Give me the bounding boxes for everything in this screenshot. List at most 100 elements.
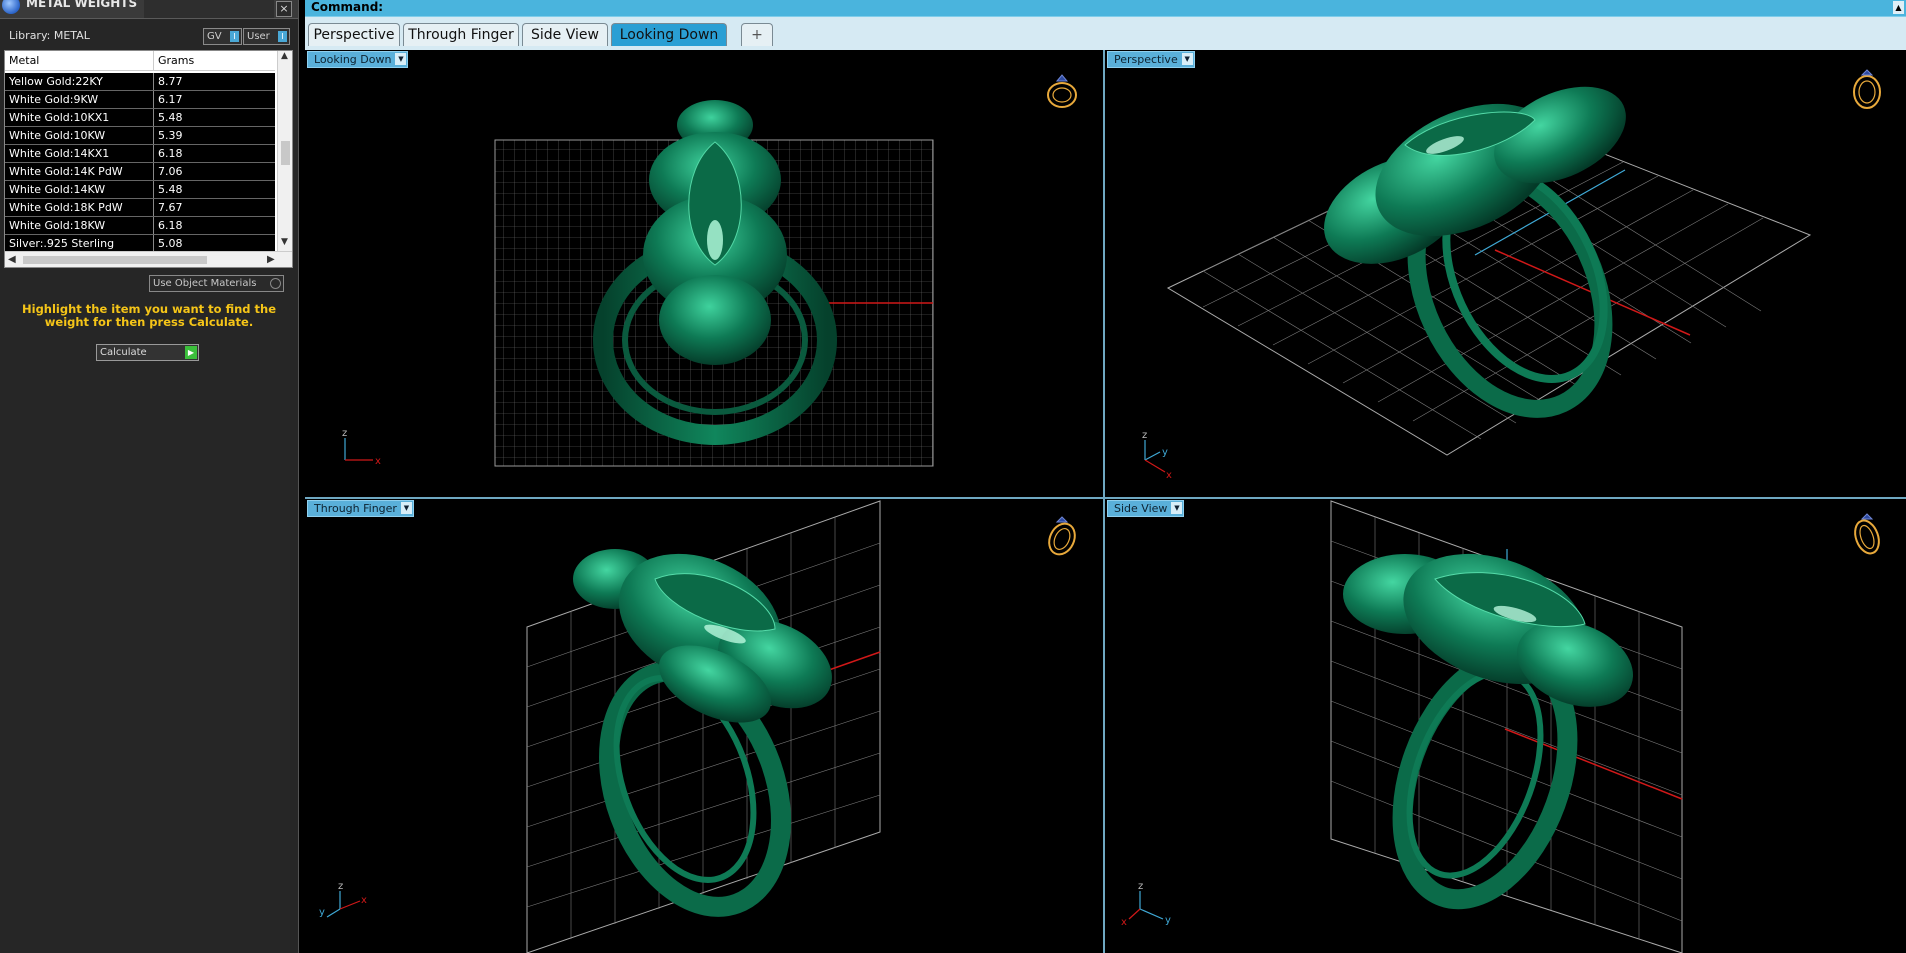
axis-label-z: z	[1142, 430, 1147, 441]
chevron-down-icon[interactable]: ▼	[400, 502, 412, 514]
chevron-down-icon[interactable]: ▼	[1181, 53, 1193, 65]
metal-cell: White Gold:14KW	[9, 183, 106, 196]
table-row[interactable]: White Gold:14KX1 6.18	[5, 145, 275, 163]
cell-divider	[153, 109, 154, 126]
view-orientation-ring-icon[interactable]	[1851, 513, 1883, 557]
gv-toggle[interactable]: GV I	[203, 28, 242, 45]
user-label: User	[247, 31, 270, 42]
viewport-through-finger[interactable]: z y x Through Finger ▼	[305, 499, 1105, 953]
viewport-looking-down[interactable]: z x Looking Down ▼	[305, 50, 1105, 499]
viewport-canvas[interactable]: z y x	[305, 499, 1103, 953]
chevron-down-icon[interactable]: ▼	[1171, 502, 1183, 514]
column-divider[interactable]	[153, 51, 154, 70]
axis-label-x: x	[1166, 470, 1172, 481]
viewport-title: Through Finger	[314, 502, 397, 515]
viewport-label-side-view[interactable]: Side View ▼	[1107, 500, 1185, 517]
table-row[interactable]: White Gold:10KX1 5.48	[5, 109, 275, 127]
add-tab-button[interactable]: +	[741, 23, 773, 46]
viewport-title: Looking Down	[314, 53, 392, 66]
play-icon: ▶	[185, 346, 197, 359]
grams-cell: 5.39	[158, 129, 183, 142]
column-header-grams[interactable]: Grams	[158, 54, 194, 67]
metal-cell: White Gold:10KW	[9, 129, 106, 142]
metal-cell: Silver:.925 Sterling	[9, 237, 115, 250]
viewport-canvas[interactable]: z x	[305, 50, 1103, 497]
viewport-canvas[interactable]: z y x	[1105, 499, 1906, 953]
axis-label-z: z	[1138, 881, 1143, 892]
table-row[interactable]: White Gold:14K PdW 7.06	[5, 163, 275, 181]
user-toggle[interactable]: User I	[243, 28, 290, 45]
ring-model	[1343, 553, 1634, 910]
table-row[interactable]: White Gold:10KW 5.39	[5, 127, 275, 145]
cell-divider	[153, 73, 154, 90]
command-scroll-icon[interactable]: ▲	[1893, 1, 1904, 14]
viewport-label-perspective[interactable]: Perspective ▼	[1107, 51, 1195, 68]
tab-perspective[interactable]: Perspective	[308, 23, 400, 46]
axis-triad: z y x	[319, 881, 367, 918]
metal-cell: White Gold:18K PdW	[9, 201, 123, 214]
chevron-down-icon[interactable]: ▼	[395, 53, 407, 65]
command-label: Command:	[311, 0, 384, 14]
app-logo-icon	[2, 0, 20, 14]
metal-cell: White Gold:14K PdW	[9, 165, 123, 178]
viewport-label-looking-down[interactable]: Looking Down ▼	[307, 51, 409, 68]
scroll-left-icon[interactable]: ◀	[8, 254, 16, 265]
tab-side-view[interactable]: Side View	[522, 23, 608, 46]
table-row[interactable]: White Gold:18KW 6.18	[5, 217, 275, 235]
close-icon[interactable]: ×	[276, 1, 292, 17]
axis-triad: z y x	[1121, 881, 1171, 928]
view-orientation-ring-icon[interactable]	[1047, 74, 1077, 108]
metal-cell: White Gold:14KX1	[9, 147, 110, 160]
axis-label-z: z	[342, 428, 347, 439]
toggle-indicator-icon: I	[278, 31, 287, 42]
view-orientation-ring-icon[interactable]	[1853, 69, 1881, 109]
tab-looking-down[interactable]: Looking Down	[611, 23, 727, 46]
scroll-thumb[interactable]	[23, 256, 207, 264]
viewport-side-view[interactable]: z y x Side View ▼	[1105, 499, 1906, 953]
command-bar[interactable]: Command: ▲	[305, 0, 1906, 17]
ring-model	[1324, 86, 1626, 418]
titlebar-spacer	[144, 0, 274, 18]
viewport-perspective[interactable]: z y x Perspective ▼	[1105, 50, 1906, 499]
metal-weights-panel: METAL WEIGHTS × Library: METAL GV I User…	[0, 0, 299, 953]
scroll-up-icon[interactable]: ▲	[281, 51, 288, 61]
view-orientation-ring-icon[interactable]	[1044, 516, 1079, 559]
scroll-thumb[interactable]	[281, 141, 290, 165]
table-row[interactable]: White Gold:9KW 6.17	[5, 91, 275, 109]
toggle-indicator-icon: I	[230, 31, 239, 42]
table-row[interactable]: White Gold:18K PdW 7.67	[5, 199, 275, 217]
cell-divider	[153, 127, 154, 144]
viewport-canvas[interactable]: z y x	[1105, 50, 1906, 497]
axis-label-y: y	[319, 907, 325, 918]
metal-cell: White Gold:10KX1	[9, 111, 110, 124]
viewport-title: Side View	[1114, 502, 1168, 515]
gv-label: GV	[207, 31, 222, 42]
panel-titlebar: METAL WEIGHTS ×	[0, 0, 298, 19]
column-header-metal[interactable]: Metal	[9, 54, 39, 67]
use-object-materials-checkbox[interactable]: Use Object Materials	[149, 275, 284, 292]
panel-title: METAL WEIGHTS	[26, 0, 138, 10]
tab-through-finger[interactable]: Through Finger	[403, 23, 519, 46]
table-row[interactable]: Yellow Gold:22KY 8.77	[5, 73, 275, 91]
scroll-right-icon[interactable]: ▶	[267, 254, 275, 265]
viewport-label-through-finger[interactable]: Through Finger ▼	[307, 500, 414, 517]
horizontal-scrollbar[interactable]: ◀ ▶	[5, 251, 292, 267]
table-row[interactable]: White Gold:14KW 5.48	[5, 181, 275, 199]
table-body: Yellow Gold:22KY 8.77 White Gold:9KW 6.17 Wh…	[5, 73, 275, 267]
grams-cell: 6.18	[158, 219, 183, 232]
metal-cell: White Gold:18KW	[9, 219, 106, 232]
axis-label-x: x	[375, 456, 381, 467]
use-materials-label: Use Object Materials	[153, 278, 257, 289]
axis-label-y: y	[1162, 447, 1168, 458]
checkbox-icon[interactable]	[270, 278, 281, 289]
scroll-down-icon[interactable]: ▼	[281, 237, 288, 247]
grams-cell: 5.48	[158, 111, 183, 124]
cell-divider	[153, 163, 154, 180]
axis-triad: z y x	[1142, 430, 1172, 481]
calculate-button[interactable]: Calculate ▶	[96, 344, 199, 361]
grams-cell: 7.06	[158, 165, 183, 178]
cell-divider	[153, 217, 154, 234]
axis-triad: z x	[342, 428, 381, 467]
metal-cell: Yellow Gold:22KY	[9, 75, 103, 88]
vertical-scrollbar[interactable]: ▲ ▼	[277, 51, 292, 251]
